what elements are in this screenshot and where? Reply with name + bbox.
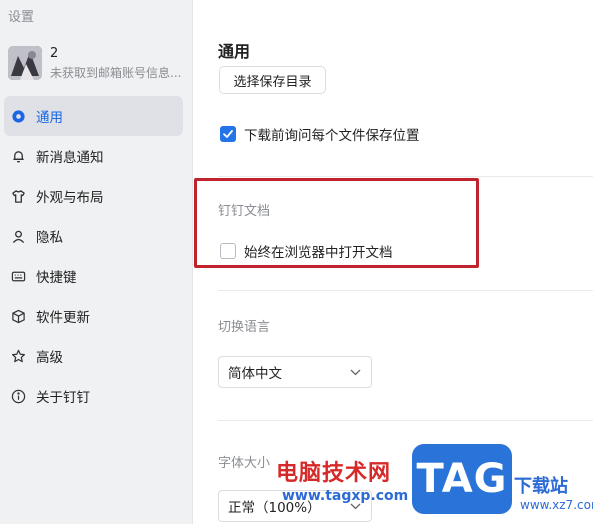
sidebar-item-label: 高级 xyxy=(36,350,63,366)
watermark-logo: TAG xyxy=(412,444,512,514)
sidebar-nav: 通用 新消息通知 外观与布局 隐私 快捷键 软件更新 高级 关于钉钉 xyxy=(0,96,193,416)
sidebar-item-shortcuts[interactable]: 快捷键 xyxy=(4,256,183,296)
user-profile[interactable]: 2 未获取到邮箱账号信息... xyxy=(8,44,188,82)
section-title-general: 通用 xyxy=(218,42,251,61)
keyboard-icon xyxy=(10,268,26,284)
watermark-url: www.tagxp.com xyxy=(282,488,409,504)
ask-save-location-checkbox[interactable] xyxy=(220,126,236,142)
watermark-site-url: www.xz7.com xyxy=(520,498,593,512)
package-icon xyxy=(10,308,26,324)
highlight-box xyxy=(194,178,479,268)
gear-icon xyxy=(10,108,26,124)
sidebar-item-label: 隐私 xyxy=(36,230,63,246)
sidebar-item-label: 新消息通知 xyxy=(36,150,104,166)
user-name: 2 xyxy=(50,46,59,61)
ask-save-location-label: 下载前询问每个文件保存位置 xyxy=(244,128,420,144)
sidebar-item-about[interactable]: 关于钉钉 xyxy=(4,376,183,416)
sidebar-item-label: 关于钉钉 xyxy=(36,390,90,406)
language-select[interactable]: 简体中文 xyxy=(218,356,372,388)
divider xyxy=(218,176,593,177)
sidebar-item-appearance[interactable]: 外观与布局 xyxy=(4,176,183,216)
sidebar-item-label: 快捷键 xyxy=(36,270,77,286)
avatar xyxy=(8,46,42,80)
sidebar-item-notifications[interactable]: 新消息通知 xyxy=(4,136,183,176)
user-subtitle: 未获取到邮箱账号信息... xyxy=(50,66,182,80)
ask-save-location-row[interactable]: 下载前询问每个文件保存位置 xyxy=(220,124,420,144)
sidebar-item-label: 外观与布局 xyxy=(36,190,104,206)
watermark-site: 下载站 xyxy=(514,476,568,497)
divider xyxy=(218,420,593,421)
star-icon xyxy=(10,348,26,364)
bell-icon xyxy=(10,148,26,164)
chevron-down-icon xyxy=(350,369,361,376)
person-icon xyxy=(10,228,26,244)
checkmark-icon xyxy=(223,130,233,138)
info-icon xyxy=(10,388,26,404)
choose-save-directory-button[interactable]: 选择保存目录 xyxy=(219,66,326,94)
watermark-text: 电脑技术网 xyxy=(276,461,392,486)
section-title-language: 切换语言 xyxy=(218,320,271,335)
sidebar-item-privacy[interactable]: 隐私 xyxy=(4,216,183,256)
sidebar-item-advanced[interactable]: 高级 xyxy=(4,336,183,376)
divider xyxy=(218,290,593,291)
window-title: 设置 xyxy=(8,10,35,25)
sidebar-item-general[interactable]: 通用 xyxy=(4,96,183,136)
sidebar-item-updates[interactable]: 软件更新 xyxy=(4,296,183,336)
language-select-value: 简体中文 xyxy=(228,366,282,382)
sidebar-item-label: 软件更新 xyxy=(36,310,90,326)
section-title-font-size: 字体大小 xyxy=(218,456,271,471)
sidebar-item-label: 通用 xyxy=(36,110,63,126)
shirt-icon xyxy=(10,188,26,204)
sidebar: 设置 2 未获取到邮箱账号信息... 通用 新消息通知 外观与布局 隐私 快捷键… xyxy=(0,0,193,524)
